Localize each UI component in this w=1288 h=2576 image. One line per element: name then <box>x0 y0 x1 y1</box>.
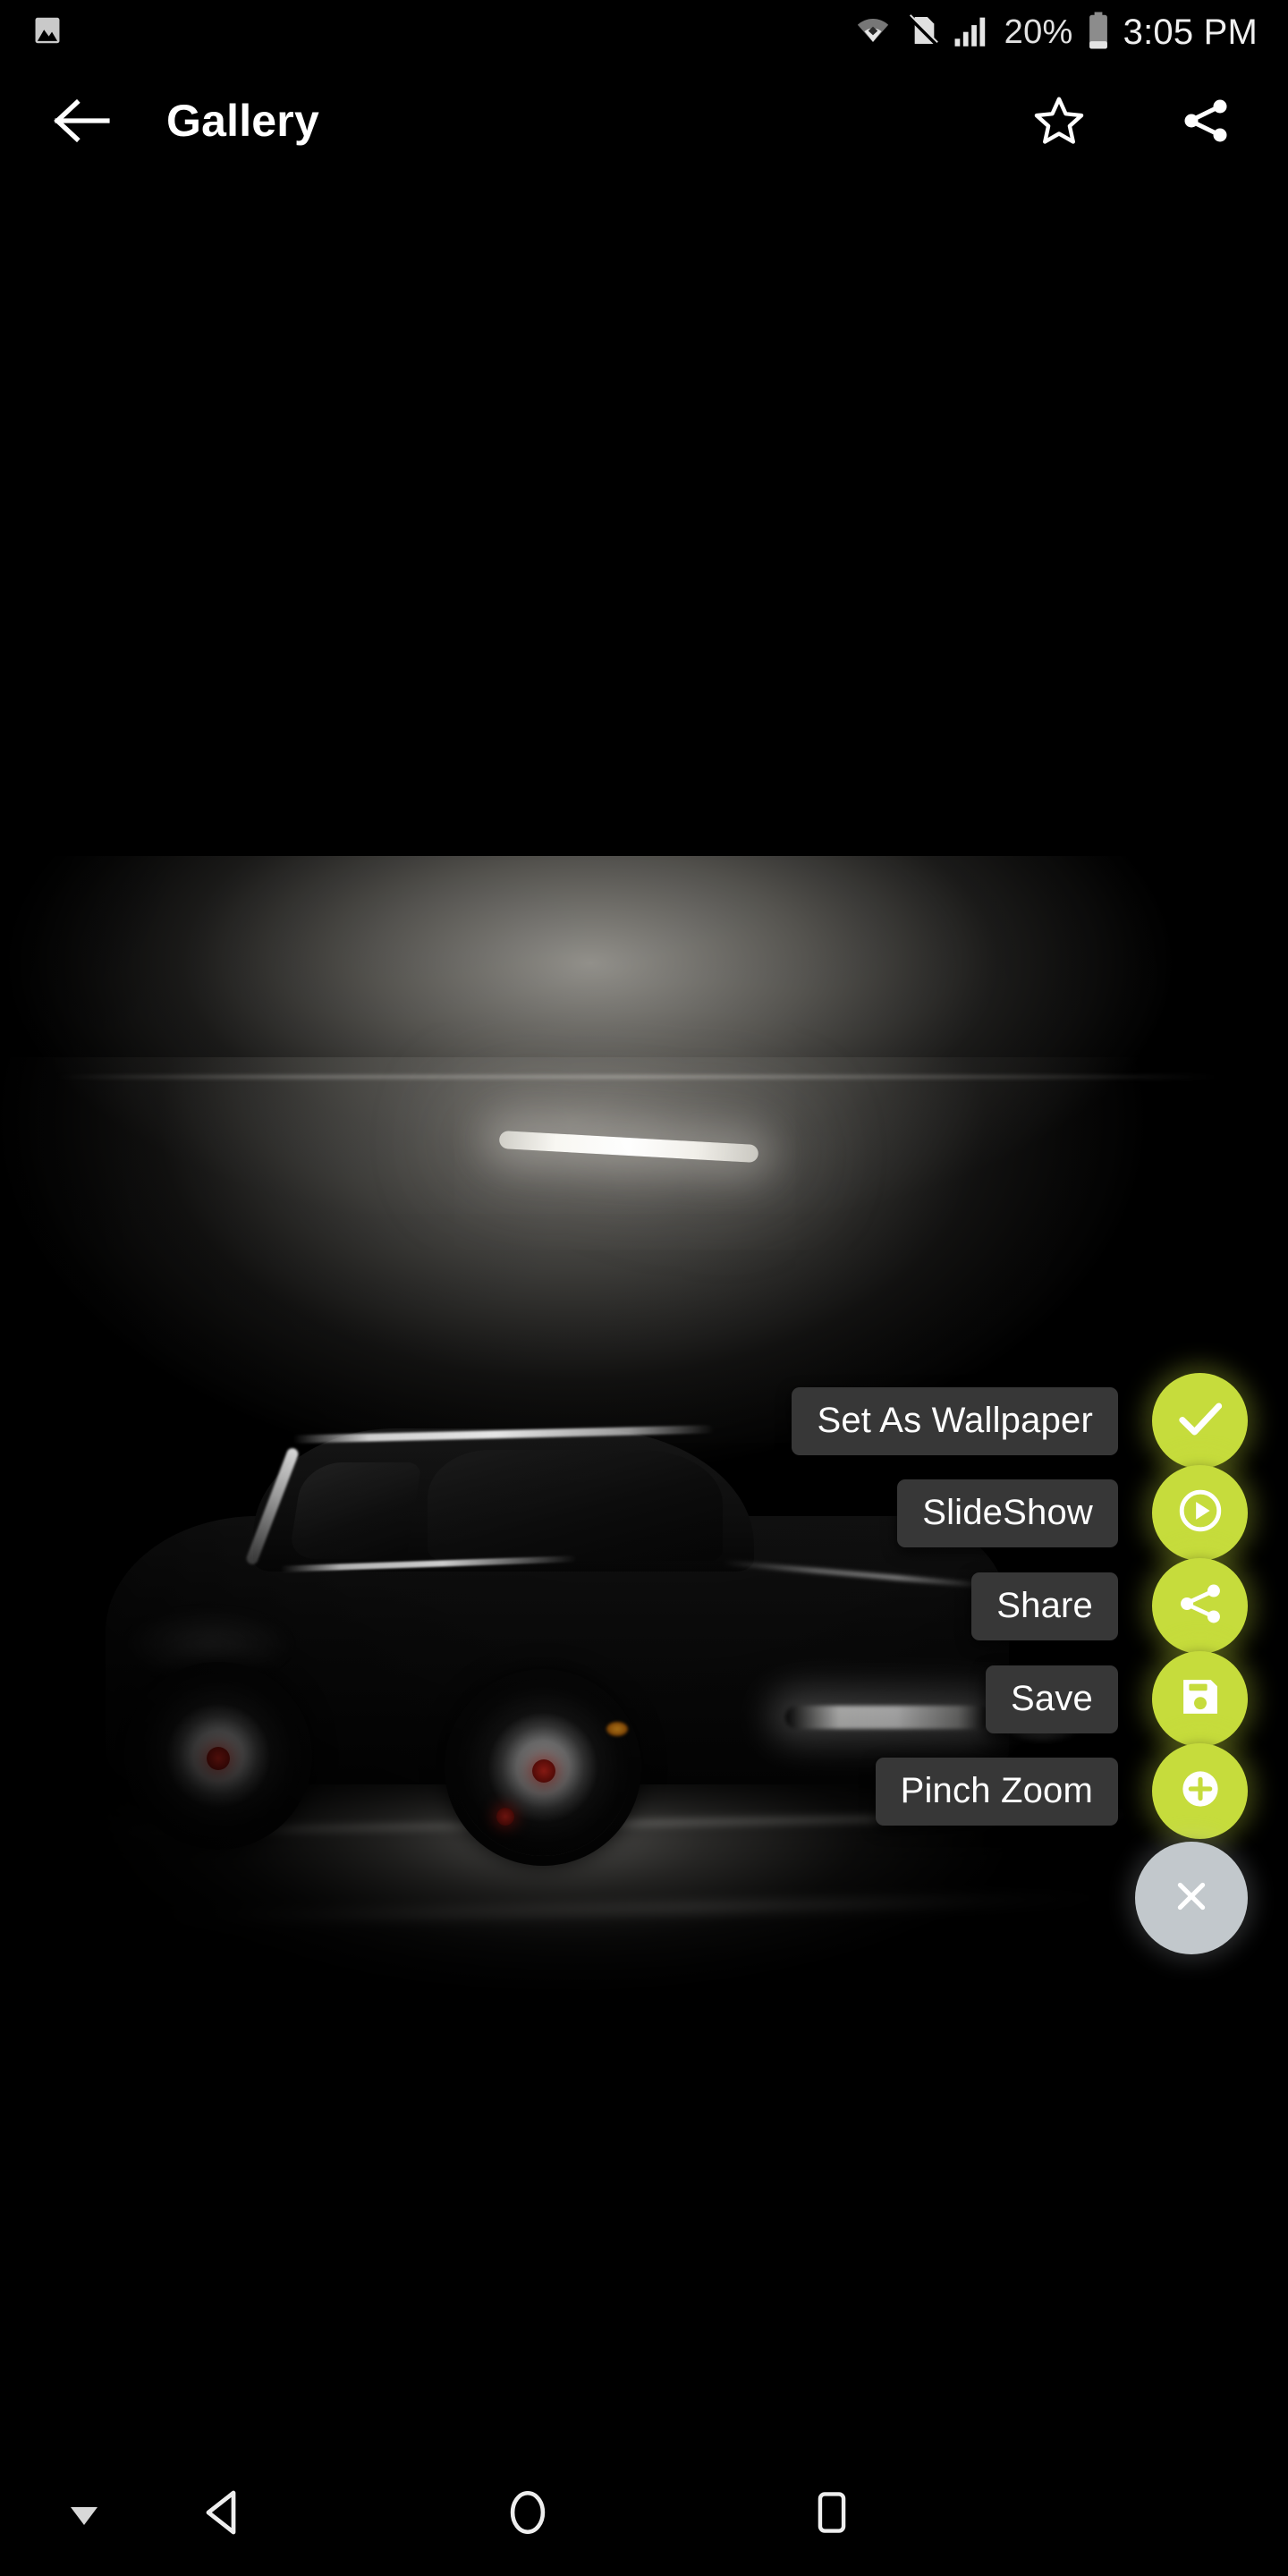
app-bar: Gallery <box>0 64 1288 176</box>
circle-home-icon <box>502 2487 554 2543</box>
front-brake-caliper-2 <box>496 1808 514 1826</box>
status-bar: 20% 3:05 PM <box>0 0 1288 64</box>
share-button[interactable] <box>1156 94 1256 148</box>
pinch-zoom-button[interactable] <box>1152 1743 1248 1839</box>
status-bar-left <box>0 13 854 52</box>
floppy-disk-icon <box>1176 1673 1224 1725</box>
fab-item-save[interactable]: Save <box>986 1651 1248 1747</box>
back-button[interactable] <box>29 95 136 147</box>
page-title: Gallery <box>166 95 319 146</box>
battery-percent: 20% <box>1004 13 1073 51</box>
fab-item-close[interactable] <box>1135 1842 1248 1954</box>
battery-icon <box>1086 11 1111 55</box>
nav-recents-button[interactable] <box>680 2453 984 2576</box>
share-fab-button[interactable] <box>1152 1558 1248 1654</box>
wall-seam <box>54 1075 1216 1079</box>
fab-label-pinch-zoom: Pinch Zoom <box>875 1757 1118 1826</box>
fab-label-share: Share <box>971 1572 1118 1640</box>
favorite-button[interactable] <box>1009 93 1109 148</box>
image-icon <box>30 13 64 52</box>
photo-viewer[interactable]: Set As Wallpaper SlideShow Share Save Pi… <box>0 176 1288 2453</box>
fab-label-set-as-wallpaper: Set As Wallpaper <box>792 1386 1118 1455</box>
fab-item-slideshow[interactable]: SlideShow <box>897 1465 1248 1561</box>
status-bar-right: 20% 3:05 PM <box>854 11 1288 55</box>
car-windshield <box>428 1450 723 1561</box>
front-brake-caliper <box>532 1759 555 1783</box>
status-bar-clock: 3:05 PM <box>1123 13 1258 52</box>
triangle-down-icon <box>68 2507 100 2531</box>
nav-back-button[interactable] <box>72 2453 376 2576</box>
fab-item-pinch-zoom[interactable]: Pinch Zoom <box>875 1743 1248 1839</box>
phone-screen: 20% 3:05 PM Gallery Set As Wallpaper Sli… <box>0 0 1288 2576</box>
set-as-wallpaper-button[interactable] <box>1152 1373 1248 1469</box>
share-icon <box>1175 1579 1225 1633</box>
triangle-back-icon <box>197 2486 250 2544</box>
close-menu-button[interactable] <box>1135 1842 1248 1954</box>
cell-signal-icon <box>953 12 992 54</box>
navigation-buttons <box>0 2453 1288 2576</box>
close-icon <box>1167 1872 1216 1925</box>
plus-circle-icon <box>1175 1764 1225 1818</box>
nav-home-button[interactable] <box>376 2453 680 2576</box>
fab-item-share[interactable]: Share <box>971 1558 1248 1654</box>
hide-navbar-button[interactable] <box>68 2504 100 2532</box>
rear-brake-caliper <box>207 1747 230 1770</box>
car-side-window <box>288 1462 422 1559</box>
wifi-icon <box>854 12 892 54</box>
no-sim-icon <box>904 13 940 53</box>
save-button[interactable] <box>1152 1651 1248 1747</box>
fab-label-save: Save <box>986 1665 1118 1733</box>
fender-highlight <box>123 1609 293 1681</box>
side-marker-light <box>606 1722 628 1736</box>
slideshow-button[interactable] <box>1152 1465 1248 1561</box>
headlight-strip <box>785 1706 991 1729</box>
fab-item-set-as-wallpaper[interactable]: Set As Wallpaper <box>792 1373 1248 1469</box>
check-icon <box>1173 1391 1228 1451</box>
photo-image[interactable] <box>0 176 1288 2453</box>
app-bar-actions <box>1009 93 1288 148</box>
play-circle-icon <box>1174 1485 1226 1541</box>
navigation-bar <box>0 2453 1288 2576</box>
fab-label-slideshow: SlideShow <box>897 1479 1118 1547</box>
square-recents-icon <box>807 2487 857 2542</box>
